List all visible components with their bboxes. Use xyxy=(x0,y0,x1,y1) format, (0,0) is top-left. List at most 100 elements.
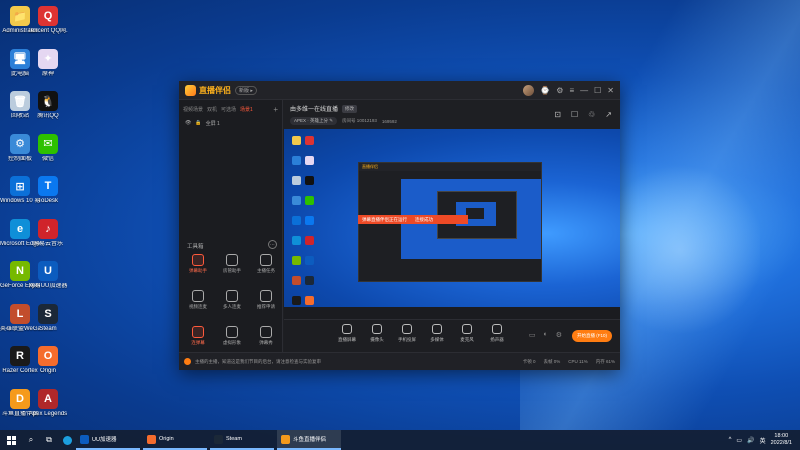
desktop-app-icon: 🐧 xyxy=(38,91,58,111)
source-control[interactable]: 手机投屏 xyxy=(392,324,422,343)
tray-expand-icon[interactable]: ^ xyxy=(729,437,732,443)
lock-icon[interactable]: 🔒 xyxy=(195,120,201,127)
desktop-icon[interactable]: Q Tencent QQ网... xyxy=(28,2,68,46)
record-icon[interactable]: ▭ xyxy=(529,331,536,339)
toolbox-title: 工具箱 xyxy=(187,244,204,250)
preview-desktop-icons xyxy=(290,133,316,319)
source-control[interactable]: 扬声器 xyxy=(482,324,512,343)
source-control[interactable]: 多媒体 xyxy=(422,324,452,343)
taskbar-app-label: UU加速器 xyxy=(92,437,117,443)
source-control[interactable]: 麦克风 xyxy=(452,324,482,343)
tool-item[interactable]: 视频连麦 xyxy=(183,288,213,318)
source-control-label: 麦克风 xyxy=(460,337,474,342)
preview-app-title: 直播伴侣 xyxy=(359,163,541,171)
start-button[interactable] xyxy=(0,430,22,450)
scene-tab[interactable]: 双机 xyxy=(207,106,217,113)
title-bar[interactable]: 直播伴侣 新版 ▸ ⌚ ⚙ ≡ — ☐ ✕ xyxy=(179,81,620,100)
preview-desktop-icon xyxy=(305,236,314,245)
logo-icon xyxy=(185,84,196,96)
tool-label: 视频连麦 xyxy=(189,304,207,309)
clock[interactable]: 18:00 2022/8/1 xyxy=(771,433,792,447)
theme-icon[interactable]: ◐ xyxy=(543,331,547,339)
tool-label: 连弹幕 xyxy=(191,340,205,345)
task-view-icon[interactable]: ⧉ xyxy=(40,430,58,450)
timer-icon[interactable]: ⌚ xyxy=(540,86,550,95)
desktop-icon[interactable]: ✉ 微信 xyxy=(28,130,68,174)
taskbar-app[interactable]: Origin xyxy=(143,430,207,450)
add-scene-button[interactable]: + xyxy=(273,105,278,114)
close-button[interactable]: ✕ xyxy=(607,86,614,95)
preview-taskbar xyxy=(284,307,620,319)
desktop-icon[interactable]: 🐧 腾讯QQ xyxy=(28,87,68,131)
stream-preview[interactable]: 直播伴侣 弹幕直播伴侣正在运行 连接成功 xyxy=(284,129,620,319)
desktop-app-icon: 🖥 xyxy=(10,48,30,69)
stat-item: 丢帧 0% xyxy=(543,358,561,364)
notice-text[interactable]: 主播的主播，知道这是我们节目的后台，请注意检查与实验复审 xyxy=(195,359,321,365)
menu-icon[interactable]: ≡ xyxy=(569,86,574,95)
desktop-app-icon: D xyxy=(10,388,30,409)
taskbar-app-label: Origin xyxy=(159,436,174,442)
eye-icon[interactable]: 👁 xyxy=(185,120,191,127)
gift-icon[interactable]: ⊡ xyxy=(554,110,561,119)
settings-icon[interactable]: ⚙ xyxy=(556,86,563,95)
tool-icon xyxy=(192,290,204,302)
scene-tab[interactable]: 可选场 xyxy=(221,106,236,113)
version-badge[interactable]: 新版 ▸ xyxy=(235,85,257,95)
desktop-icon-label: ToDesk xyxy=(37,198,58,204)
desktop-icon[interactable]: U 网易UU加速器 xyxy=(28,257,68,301)
tool-item[interactable]: 推荐申请 xyxy=(251,288,281,318)
preview-desktop-icon xyxy=(305,156,314,165)
scene-row[interactable]: 👁 🔒 全屏 1 xyxy=(179,117,282,130)
toolbox-more-icon[interactable]: ⋯ xyxy=(268,240,277,249)
banner-left-text: 弹幕直播伴侣正在运行 xyxy=(362,216,407,222)
recycle-icon[interactable]: ♲ xyxy=(588,110,595,119)
desktop-icon[interactable]: ✦ 原神 xyxy=(28,45,68,89)
tool-item[interactable]: 虚拟形象 xyxy=(217,324,247,354)
tool-icon xyxy=(192,254,204,266)
screen-icon[interactable]: ☐ xyxy=(571,110,578,119)
minimize-button[interactable]: — xyxy=(580,86,588,95)
edit-title-button[interactable]: 修改 xyxy=(342,104,358,113)
source-control-label: 直播屏幕 xyxy=(338,337,356,342)
desktop-icon[interactable]: T ToDesk xyxy=(28,172,68,216)
desktop-icon[interactable]: A Apex Legends xyxy=(28,385,68,429)
desktop-icon[interactable]: ♪ 网易云音乐 xyxy=(28,215,68,259)
preview-desktop-icon xyxy=(292,256,301,265)
start-live-button[interactable]: 开始直播 (F10) xyxy=(572,330,612,342)
source-control-icon xyxy=(462,324,472,334)
tool-item[interactable]: 连弹幕 xyxy=(183,324,213,354)
desktop-icon-label: 网易UU加速器 xyxy=(28,283,68,289)
desktop-app-icon: S xyxy=(38,303,58,324)
avatar[interactable] xyxy=(523,84,535,96)
system-tray: ^ ▭ 🔊 英 18:00 2022/8/1 xyxy=(729,433,800,447)
notice-icon xyxy=(184,358,191,365)
tool-item[interactable]: 多人连麦 xyxy=(217,288,247,318)
taskbar-app[interactable]: 斗鱼直播伴侣 xyxy=(277,430,341,450)
source-control[interactable]: 直播屏幕 xyxy=(332,324,362,343)
source-control[interactable]: 摄像头 xyxy=(362,324,392,343)
network-icon[interactable]: ▭ xyxy=(736,437,742,444)
edge-icon[interactable] xyxy=(58,430,76,450)
tool-item[interactable]: 主播任务 xyxy=(251,252,281,282)
share-icon[interactable]: ↗ xyxy=(605,110,612,119)
scene-tab[interactable]: 场景1 xyxy=(240,106,253,113)
category-selector[interactable]: APEX · 英雄上分 ✎ xyxy=(290,117,338,125)
scene-tab[interactable]: 视频场景 xyxy=(183,106,203,113)
tool-item[interactable]: 房管助手 xyxy=(217,252,247,282)
preview-desktop-icon xyxy=(305,216,314,225)
preview-desktop-icon xyxy=(305,256,314,265)
taskbar-app[interactable]: Steam xyxy=(210,430,274,450)
volume-icon[interactable]: 🔊 xyxy=(747,437,754,444)
preview-desktop-icon xyxy=(292,296,301,305)
maximize-button[interactable]: ☐ xyxy=(594,86,601,95)
scene-panel: 视频场景 双机 可选场 场景1 + 👁 🔒 全屏 1 工具箱 ⋯ 弹幕助手 房管助手 主播任… xyxy=(179,100,283,370)
desktop-app-icon: ✦ xyxy=(38,48,58,69)
taskbar-app[interactable]: UU加速器 xyxy=(76,430,140,450)
tool-item[interactable]: 弹幕秀 xyxy=(251,324,281,354)
desktop-icon[interactable]: O Origin xyxy=(28,342,68,386)
input-method-icon[interactable]: 英 xyxy=(760,436,766,445)
desktop-icon[interactable]: S Steam xyxy=(28,300,68,344)
search-icon[interactable]: ⌕ xyxy=(22,430,40,450)
tool-item[interactable]: 弹幕助手 xyxy=(183,252,213,282)
settings-icon[interactable]: ⚙ xyxy=(556,331,562,339)
